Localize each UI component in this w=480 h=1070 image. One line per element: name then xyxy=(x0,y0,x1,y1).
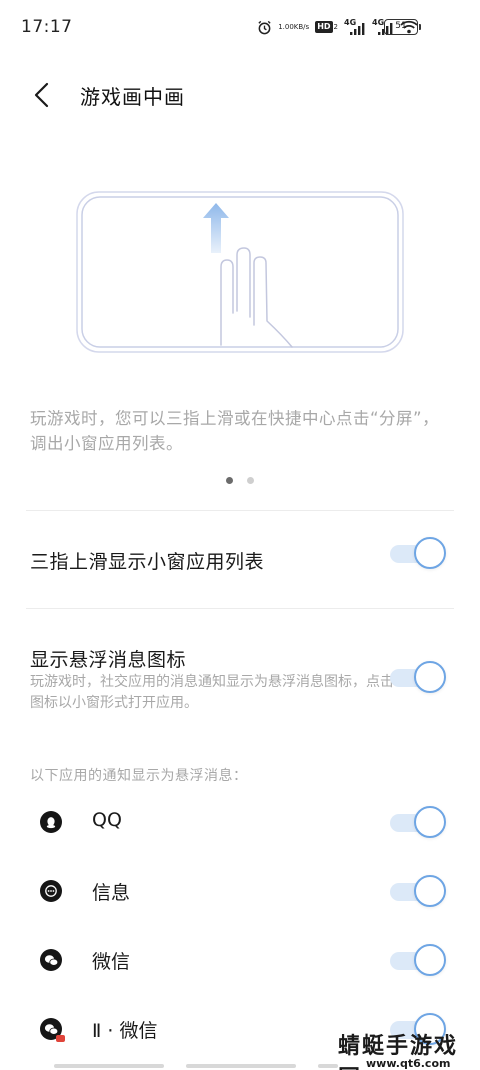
page-dot-active[interactable] xyxy=(226,477,233,484)
app-label: 信息 xyxy=(92,882,131,904)
qq-toggle[interactable] xyxy=(390,806,446,838)
messages-toggle[interactable] xyxy=(390,875,446,907)
floating-icon-setting-label: 显示悬浮消息图标 xyxy=(30,649,187,671)
back-button[interactable] xyxy=(24,80,60,110)
network-speed: 1.00 KB/s xyxy=(278,23,309,31)
bottom-strip xyxy=(54,1064,164,1068)
wechat-icon xyxy=(40,949,62,971)
page-dot[interactable] xyxy=(247,477,254,484)
wechat-clone-icon xyxy=(40,1018,65,1042)
guide-description: 玩游戏时，您可以三指上滑或在快捷中心点击“分屏”，调出小窗应用列表。 xyxy=(30,409,440,453)
app-label: QQ xyxy=(92,809,122,831)
page-indicator xyxy=(226,477,254,484)
network-speed-value: 1.00 xyxy=(278,23,294,31)
bottom-strip xyxy=(318,1064,338,1068)
status-bar: 17:17 1.00 KB/s HD 2 4G 4G 51 xyxy=(0,0,480,54)
page-title: 游戏画中画 xyxy=(80,85,185,109)
toggle-knob xyxy=(414,944,446,976)
swipe-up-arrow-icon xyxy=(203,203,229,253)
apps-section-note: 以下应用的通知显示为悬浮消息： xyxy=(30,768,248,784)
toggle-knob xyxy=(414,661,446,693)
toggle-knob xyxy=(414,875,446,907)
status-time: 17:17 xyxy=(21,17,73,37)
floating-icon-setting-description: 玩游戏时，社交应用的消息通知显示为悬浮消息图标，点击图标以小窗形式打开应用。 xyxy=(30,674,394,711)
toggle-knob xyxy=(414,806,446,838)
divider xyxy=(26,510,454,511)
hd-label: HD xyxy=(315,21,333,33)
messages-icon xyxy=(40,880,62,902)
chevron-left-icon xyxy=(34,82,49,108)
qq-icon xyxy=(40,811,62,833)
header: 游戏画中画 xyxy=(0,70,480,118)
gesture-illustration xyxy=(76,191,404,353)
floating-icon-toggle[interactable] xyxy=(390,661,446,693)
battery-icon: 51 xyxy=(384,19,421,35)
phone-frame-inner xyxy=(81,196,399,348)
three-finger-hand-icon xyxy=(220,247,293,348)
hd-volte-icon: HD 2 xyxy=(315,21,338,33)
alarm-icon xyxy=(257,20,272,35)
clone-badge xyxy=(56,1035,65,1042)
watermark-url: www.qt6.com xyxy=(366,1057,451,1070)
divider xyxy=(26,608,454,609)
hd-sub: 2 xyxy=(333,23,338,31)
app-label: 微信 xyxy=(92,951,131,973)
signal-4g-icon: 4G xyxy=(344,18,366,36)
toggle-knob xyxy=(414,537,446,569)
three-finger-setting-label: 三指上滑显示小窗应用列表 xyxy=(30,551,265,573)
phone-frame-outer xyxy=(76,191,404,353)
network-speed-unit: KB/s xyxy=(293,23,310,31)
battery-level: 51 xyxy=(395,21,407,31)
wechat-toggle[interactable] xyxy=(390,944,446,976)
three-finger-toggle[interactable] xyxy=(390,537,446,569)
bottom-strip xyxy=(186,1064,296,1068)
app-label: Ⅱ · 微信 xyxy=(92,1020,158,1042)
